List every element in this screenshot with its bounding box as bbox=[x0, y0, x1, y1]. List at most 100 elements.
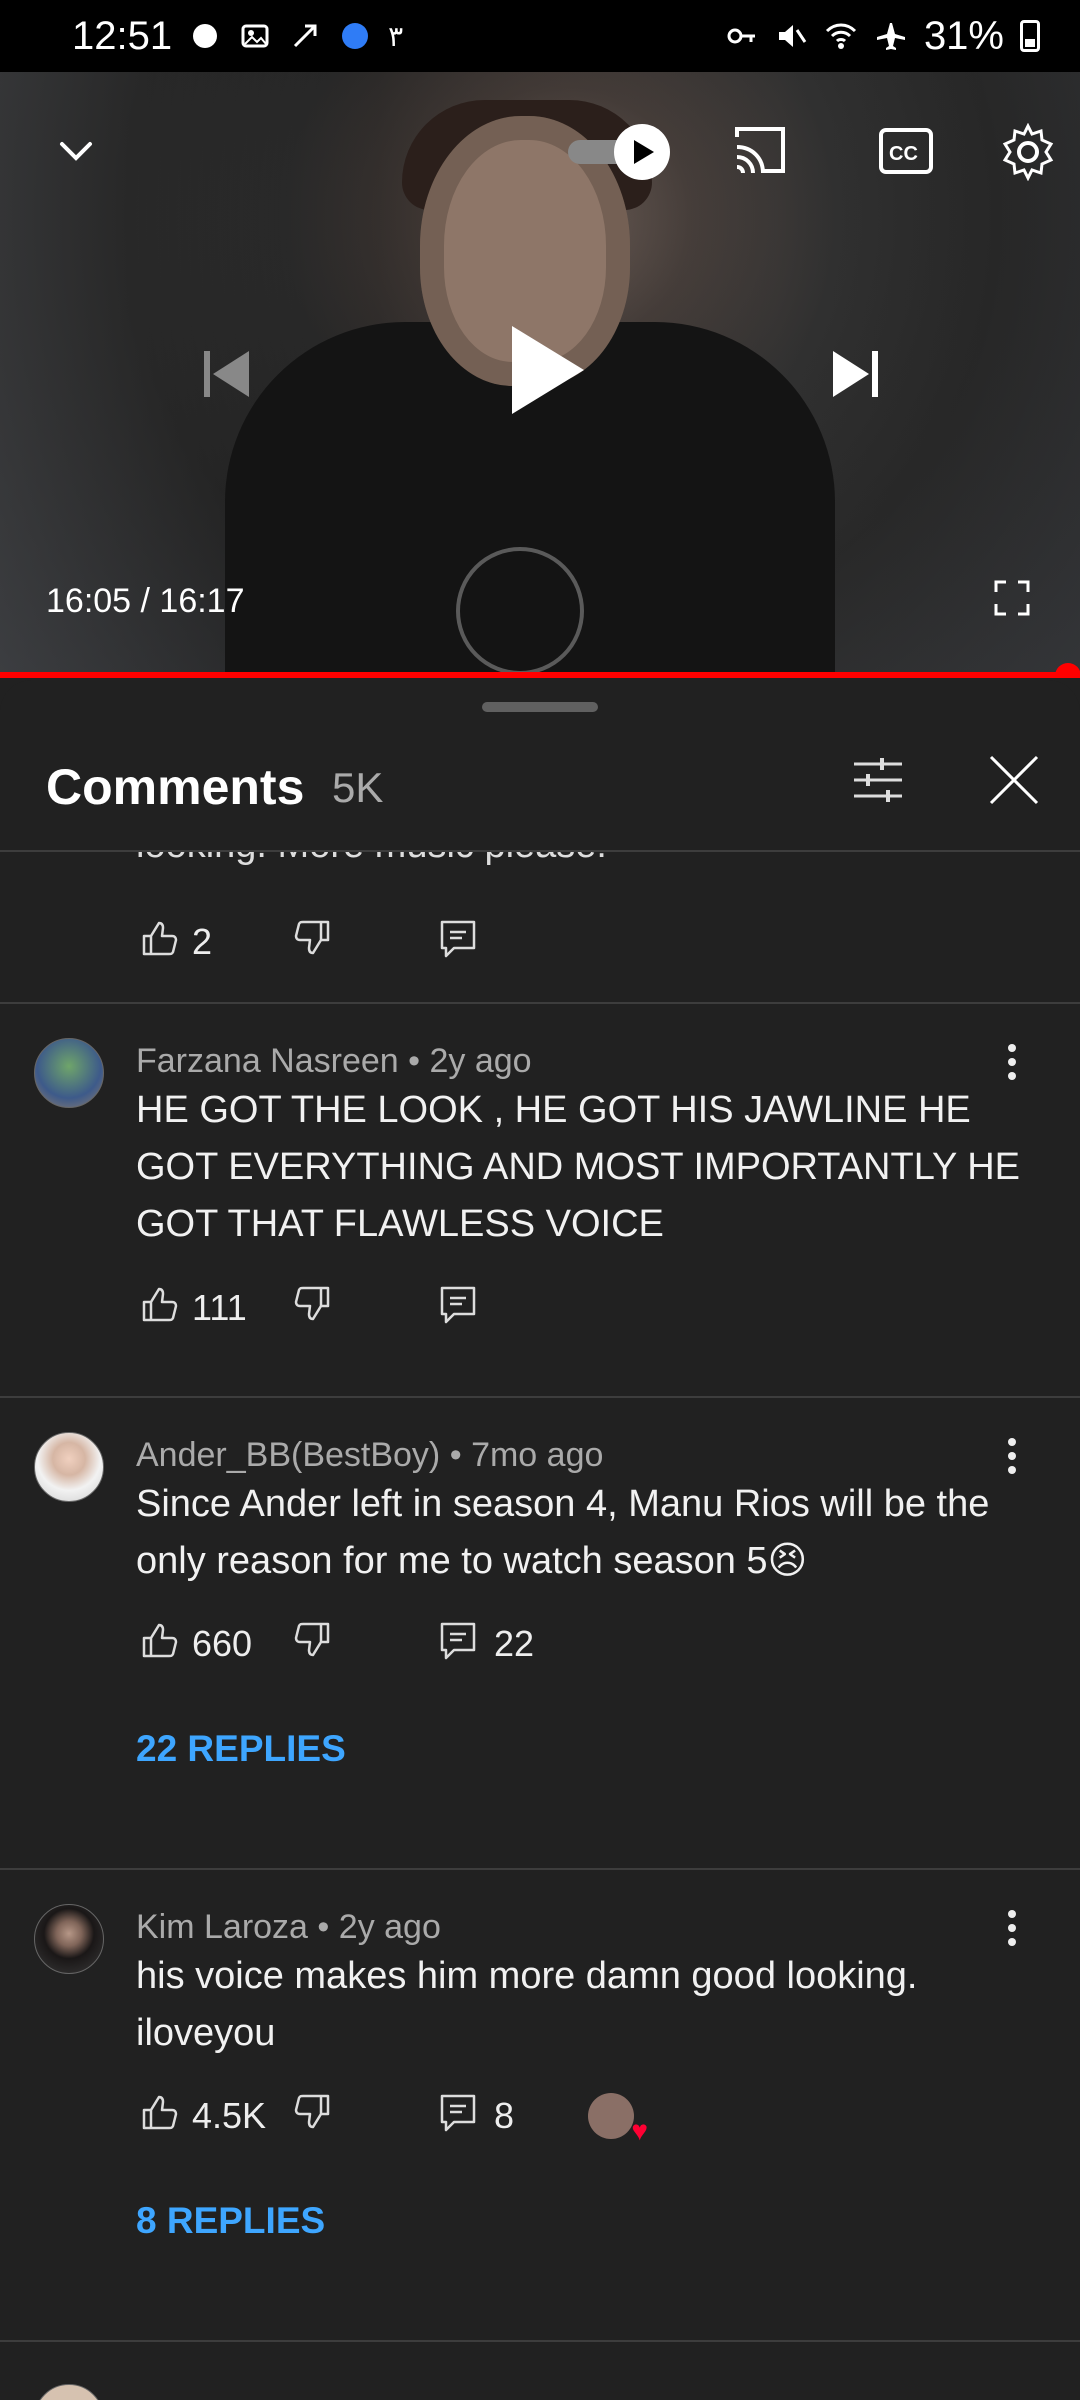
cast-icon bbox=[731, 123, 789, 186]
like-button[interactable]: 111 bbox=[136, 1282, 292, 1335]
comment-age: 2y ago bbox=[338, 1908, 441, 1946]
data-saver-icon bbox=[288, 19, 322, 53]
like-button[interactable]: 4.5K bbox=[136, 2090, 292, 2143]
battery-percent: 31% bbox=[923, 13, 1004, 58]
dislike-button[interactable] bbox=[292, 2090, 436, 2143]
comment-age: 2y ago bbox=[429, 1042, 532, 1080]
comment-divider bbox=[0, 2340, 1080, 2342]
comment-author[interactable]: Farzana Nasreen bbox=[136, 1042, 399, 1080]
vpn-key-icon bbox=[724, 19, 758, 53]
thumbs-down-icon bbox=[292, 2090, 336, 2143]
progress-scrubber[interactable] bbox=[1055, 663, 1080, 678]
like-count: 111 bbox=[192, 1287, 247, 1328]
reply-button[interactable] bbox=[436, 916, 584, 969]
comments-panel: Comments 5K looking. More music please! bbox=[0, 680, 1080, 2400]
play-button[interactable] bbox=[498, 322, 598, 422]
mute-icon bbox=[774, 19, 808, 53]
video-time: 16:05 / 16:17 bbox=[46, 582, 245, 620]
comment-meta: Kim Laroza • 2y ago bbox=[136, 1908, 441, 1946]
reply-button[interactable]: 22 bbox=[436, 1618, 584, 1671]
reply-count: 8 bbox=[494, 2095, 515, 2136]
video-progress-bar[interactable] bbox=[0, 663, 1080, 678]
comment-actions: 660 22 bbox=[136, 1614, 584, 1674]
dislike-button[interactable] bbox=[292, 1282, 436, 1335]
comment-author[interactable]: Ander_BB(BestBoy) bbox=[136, 1436, 440, 1474]
dislike-button[interactable] bbox=[292, 1618, 436, 1671]
comment-divider bbox=[0, 1002, 1080, 1004]
sliders-icon bbox=[850, 752, 906, 813]
heart-icon: ♥ bbox=[631, 2115, 648, 2146]
comment-reply-icon bbox=[436, 1282, 480, 1335]
close-icon bbox=[987, 753, 1041, 812]
cast-button[interactable] bbox=[728, 122, 792, 186]
reply-button[interactable] bbox=[436, 1282, 584, 1335]
view-replies-link[interactable]: 8 REPLIES bbox=[136, 2200, 325, 2242]
like-count: 2 bbox=[192, 921, 213, 962]
thumbs-down-icon bbox=[292, 916, 336, 969]
avatar[interactable] bbox=[34, 1432, 104, 1502]
comment-text: HE GOT THE LOOK , HE GOT HIS JAWLINE HE … bbox=[136, 1089, 1021, 1245]
sort-filter-button[interactable] bbox=[846, 750, 910, 814]
previous-button[interactable] bbox=[194, 344, 258, 408]
status-bar: 12:51 ٣ 31% bbox=[0, 0, 1080, 72]
comments-title: Comments bbox=[46, 759, 305, 815]
extra-status-char: ٣ bbox=[388, 20, 404, 52]
comment-more-button[interactable] bbox=[990, 1436, 1034, 1480]
comment-more-button[interactable] bbox=[990, 1042, 1034, 1086]
comment-actions: 2 bbox=[136, 912, 584, 972]
drag-handle[interactable] bbox=[482, 702, 598, 712]
settings-button[interactable] bbox=[996, 122, 1060, 186]
close-comments-button[interactable] bbox=[982, 750, 1046, 814]
avatar[interactable] bbox=[34, 1038, 104, 1108]
comment-author[interactable]: Kim Laroza bbox=[136, 1908, 308, 1946]
status-left: 12:51 ٣ bbox=[72, 14, 403, 59]
play-icon bbox=[508, 324, 588, 421]
more-vertical-icon bbox=[1006, 1436, 1018, 1481]
image-icon bbox=[238, 19, 272, 53]
wifi-icon bbox=[824, 19, 858, 53]
creator-heart-badge: ♥ bbox=[588, 2093, 648, 2146]
comment-actions: 111 bbox=[136, 1278, 584, 1338]
view-replies-link[interactable]: 22 REPLIES bbox=[136, 1728, 346, 1770]
comment-reply-icon bbox=[436, 916, 480, 969]
comment-reply-icon bbox=[436, 2090, 480, 2143]
comments-count: 5K bbox=[332, 764, 384, 811]
thumbs-down-icon bbox=[292, 1618, 336, 1671]
svg-text:CC: CC bbox=[889, 143, 918, 165]
comment-age: 7mo ago bbox=[471, 1436, 604, 1474]
collapse-button[interactable] bbox=[46, 122, 106, 182]
battery-icon bbox=[1020, 20, 1040, 52]
status-right: 31% bbox=[724, 14, 1040, 59]
progress-fill bbox=[0, 672, 1069, 678]
captions-button[interactable]: CC bbox=[874, 122, 938, 186]
like-count: 4.5K bbox=[192, 2095, 267, 2136]
like-button[interactable]: 660 bbox=[136, 1618, 292, 1671]
dislike-button[interactable] bbox=[292, 916, 436, 969]
clock: 12:51 bbox=[72, 13, 173, 58]
comment-meta: Farzana Nasreen • 2y ago bbox=[136, 1042, 532, 1080]
gear-icon bbox=[999, 122, 1057, 186]
comment-more-button[interactable] bbox=[990, 1908, 1034, 1952]
next-button[interactable] bbox=[824, 344, 888, 408]
comment-actions: 4.5K 8 ♥ bbox=[136, 2086, 648, 2146]
notification-icon bbox=[188, 19, 222, 53]
thumbs-down-icon bbox=[292, 1282, 336, 1335]
avatar[interactable] bbox=[34, 2384, 104, 2400]
video-player[interactable]: CC 16:05 / 16:17 bbox=[0, 72, 1080, 678]
chevron-down-icon bbox=[56, 130, 96, 175]
skip-next-icon bbox=[829, 347, 883, 406]
autoplay-toggle[interactable] bbox=[566, 122, 676, 182]
fullscreen-button[interactable] bbox=[984, 572, 1040, 628]
reply-button[interactable]: 8 bbox=[436, 2090, 584, 2143]
more-vertical-icon bbox=[1006, 1908, 1018, 1953]
comment-text: his voice makes him more damn good looki… bbox=[136, 1955, 918, 2054]
thumbs-up-icon bbox=[136, 916, 180, 969]
thumbs-up-icon bbox=[136, 1618, 180, 1671]
skip-previous-icon bbox=[199, 347, 253, 406]
avatar[interactable] bbox=[34, 1904, 104, 1974]
comment-meta: Ander_BB(BestBoy) • 7mo ago bbox=[136, 1436, 604, 1474]
like-button[interactable]: 2 bbox=[136, 916, 292, 969]
thumbs-up-icon bbox=[136, 2090, 180, 2143]
like-count: 660 bbox=[192, 1623, 253, 1664]
thumbs-up-icon bbox=[136, 1282, 180, 1335]
